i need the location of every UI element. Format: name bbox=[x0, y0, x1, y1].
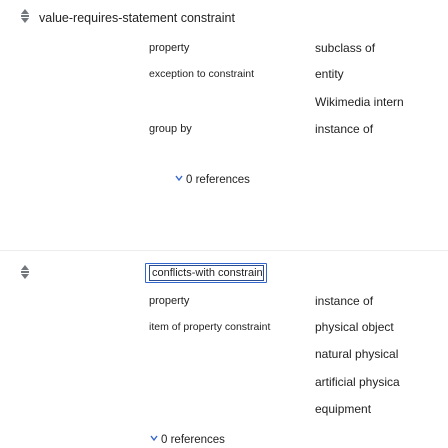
qualifier-property[interactable]: property bbox=[149, 295, 189, 307]
qualifier-property[interactable]: property bbox=[149, 42, 189, 54]
references-label: 0 references bbox=[161, 434, 225, 446]
qualifier-value[interactable]: instance of bbox=[315, 122, 373, 136]
qualifier-value[interactable]: natural physical bbox=[315, 347, 398, 361]
qualifier-property[interactable]: group by bbox=[149, 123, 192, 135]
qualifier-property[interactable]: item of property constraint bbox=[149, 321, 270, 333]
rank-normal-icon[interactable] bbox=[20, 8, 30, 24]
qualifier-value[interactable]: physical object bbox=[315, 320, 394, 334]
qualifier-value[interactable]: Wikimedia intern bbox=[315, 95, 404, 109]
qualifier-value[interactable]: entity bbox=[315, 67, 344, 81]
qualifier-value[interactable]: artificial physica bbox=[315, 375, 400, 389]
references-toggle[interactable]: 0 references bbox=[150, 433, 225, 446]
qualifier-value[interactable]: instance of bbox=[315, 294, 373, 308]
references-label: 0 references bbox=[186, 174, 250, 186]
chevron-down-icon bbox=[175, 173, 183, 182]
qualifier-value[interactable]: subclass of bbox=[315, 41, 375, 55]
qualifier-value[interactable]: equipment bbox=[315, 402, 371, 416]
statement-title: value-requires-statement constraint bbox=[39, 11, 235, 25]
statement-value-input[interactable]: conflicts-with constraint bbox=[149, 265, 264, 281]
chevron-down-icon bbox=[150, 433, 158, 442]
statement-divider bbox=[0, 250, 448, 251]
references-toggle[interactable]: 0 references bbox=[175, 173, 250, 186]
qualifier-property[interactable]: exception to constraint bbox=[149, 68, 254, 80]
rank-normal-icon[interactable] bbox=[20, 264, 30, 280]
